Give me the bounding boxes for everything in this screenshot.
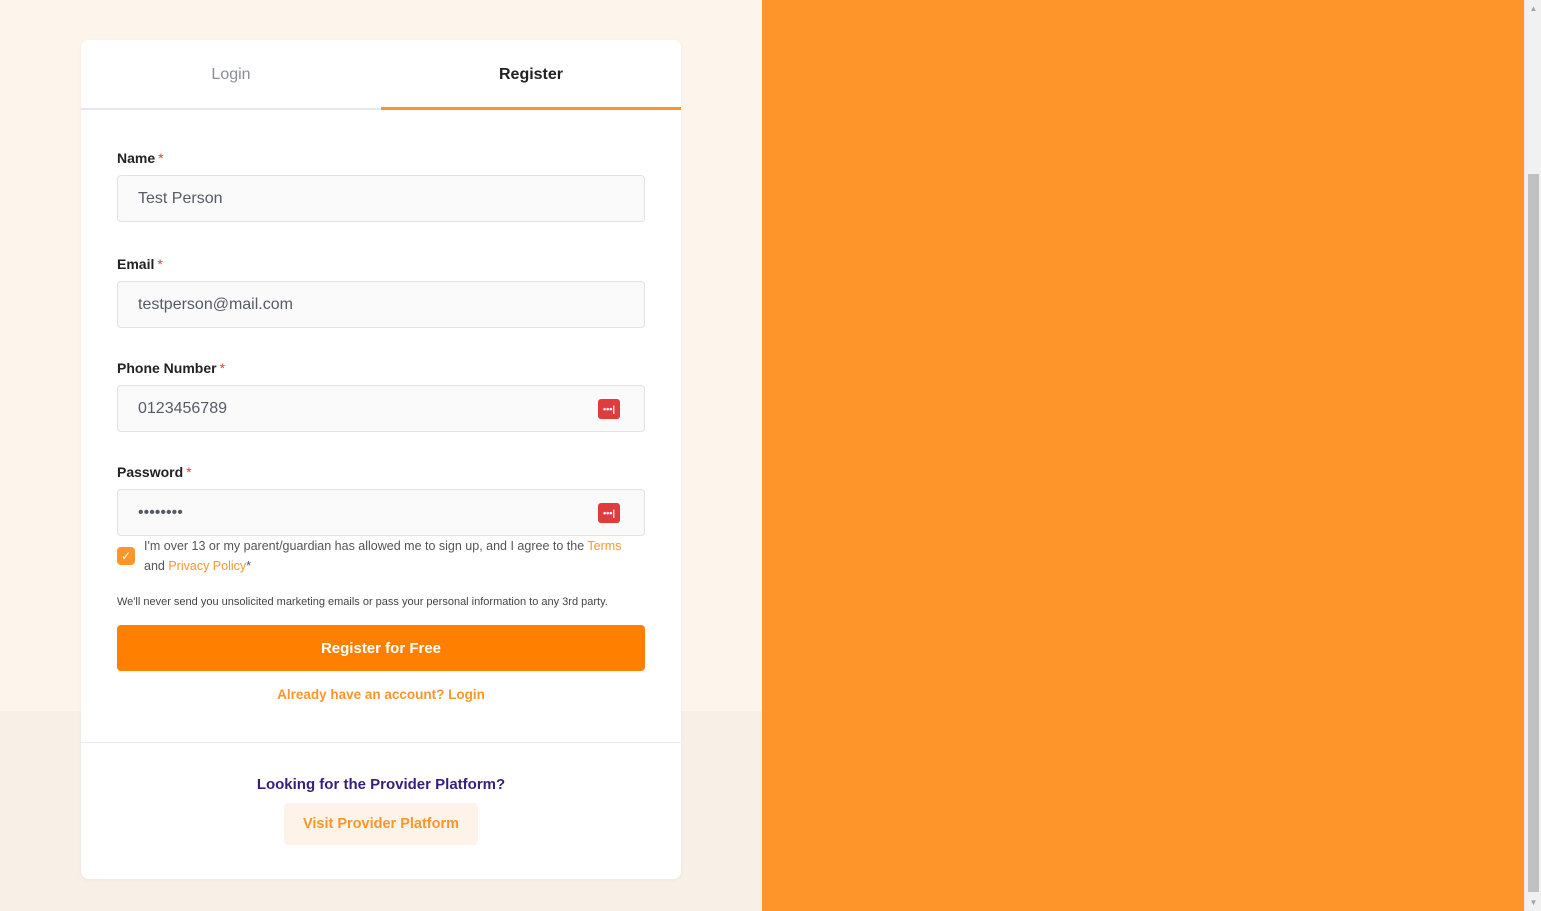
password-input[interactable]: •••••••• •••|	[117, 489, 645, 536]
privacy-policy-link[interactable]: Privacy Policy	[168, 559, 246, 573]
section-divider	[81, 742, 681, 743]
register-button[interactable]: Register for Free	[117, 625, 645, 671]
required-asterisk: *	[219, 360, 226, 376]
auth-card: Login Register Name * Test Person Email * …	[81, 40, 681, 879]
checkmark-icon: ✓	[120, 549, 132, 563]
consent-checkbox[interactable]: ✓	[117, 547, 135, 565]
orange-side-panel	[762, 0, 1524, 911]
scroll-up-arrow-icon[interactable]: ▲	[1525, 0, 1541, 17]
tab-register[interactable]: Register	[381, 40, 681, 110]
password-label: Password *	[117, 464, 192, 480]
name-input[interactable]: Test Person	[117, 175, 645, 222]
visit-provider-button[interactable]: Visit Provider Platform	[284, 803, 478, 845]
password-field-group: Password * •••••••• •••|	[117, 464, 645, 536]
consent-text: I'm over 13 or my parent/guardian has al…	[144, 539, 622, 573]
phone-input[interactable]: 0123456789 •••|	[117, 385, 645, 432]
scroll-down-arrow-icon[interactable]: ▼	[1525, 894, 1541, 911]
password-manager-icon[interactable]: •••|	[598, 503, 620, 523]
tab-login[interactable]: Login	[81, 40, 381, 110]
login-link[interactable]: Already have an account? Login	[81, 687, 681, 702]
register-form: Name * Test Person Email * testperson@mail…	[117, 150, 645, 568]
provider-heading: Looking for the Provider Platform?	[256, 776, 506, 793]
phone-label: Phone Number *	[117, 360, 226, 376]
password-manager-icon[interactable]: •••|	[598, 399, 620, 419]
phone-field-group: Phone Number * 0123456789 •••|	[117, 360, 645, 432]
active-tab-indicator	[381, 107, 681, 110]
page-scrollbar[interactable]: ▲ ▼	[1524, 0, 1541, 911]
password-value: ••••••••	[138, 503, 183, 521]
privacy-note: We'll never send you unsolicited marketi…	[117, 596, 608, 608]
email-field-group: Email * testperson@mail.com	[117, 256, 645, 328]
consent-row: ✓ I'm over 13 or my parent/guardian has …	[117, 536, 645, 576]
scroll-thumb[interactable]	[1528, 174, 1539, 892]
email-label: Email *	[117, 256, 163, 272]
required-asterisk: *	[157, 256, 163, 272]
email-input[interactable]: testperson@mail.com	[117, 281, 645, 328]
terms-link[interactable]: Terms	[587, 539, 621, 553]
required-asterisk: *	[186, 464, 192, 480]
name-label: Name *	[117, 150, 164, 166]
required-asterisk: *	[158, 150, 164, 166]
auth-tabs: Login Register	[81, 40, 681, 110]
phone-value: 0123456789	[138, 399, 227, 417]
name-field-group: Name * Test Person	[117, 150, 645, 222]
